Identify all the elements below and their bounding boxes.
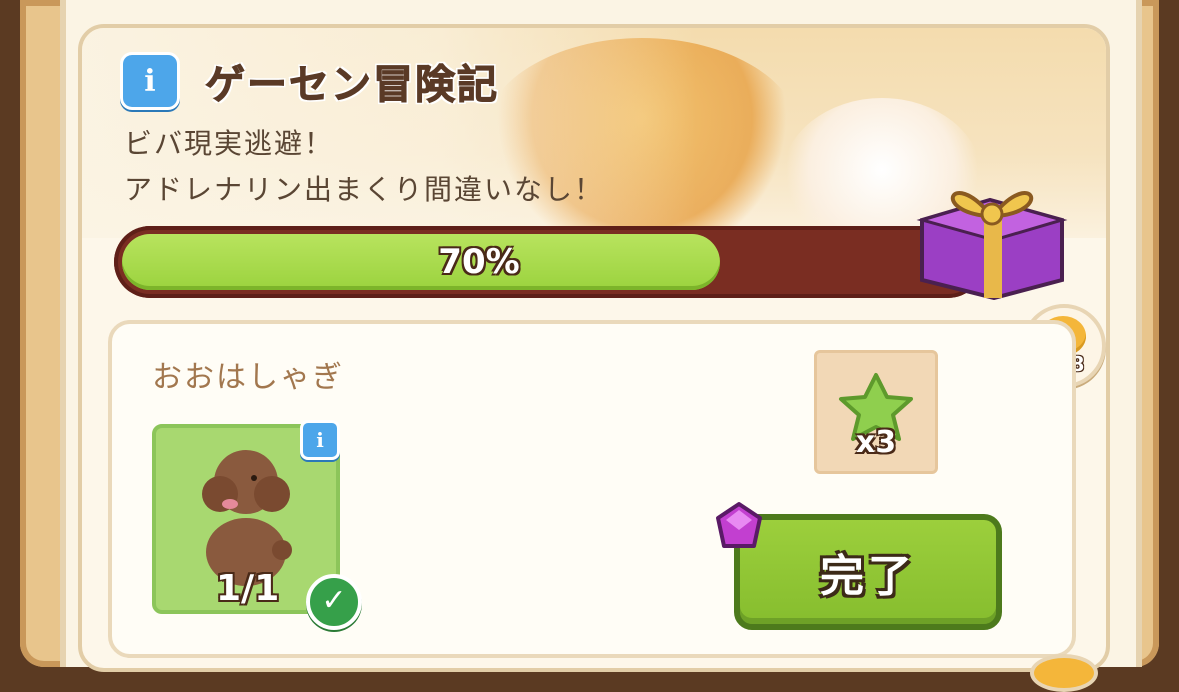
check-icon: ✓: [306, 574, 362, 630]
pet-count: 1/1: [216, 568, 280, 609]
quest-title: ゲーセン冒険記: [205, 62, 499, 109]
mission-card: おおはしゃぎ 1/1 ✓ i x3 完了: [108, 320, 1076, 658]
complete-button[interactable]: 完了: [734, 514, 1002, 630]
next-token-icon: [1030, 654, 1098, 692]
gift-box-icon[interactable]: [912, 170, 1070, 300]
reward-item-tile[interactable]: x3: [814, 350, 938, 474]
quest-info-icon[interactable]: i: [120, 52, 180, 110]
gem-icon: [716, 502, 762, 548]
quest-progress-label: 70%: [438, 242, 520, 282]
quest-description-line2: アドレナリン出まくり間違いなし！: [124, 173, 605, 206]
reward-item-count: x3: [855, 425, 897, 460]
pet-info-icon[interactable]: i: [300, 420, 340, 460]
quest-description-line1: ビバ現実逃避！: [124, 127, 335, 160]
quest-progress-bar: 70%: [114, 226, 984, 298]
complete-button-label: 完了: [820, 551, 916, 602]
mission-name: おおはしゃぎ: [152, 360, 344, 395]
